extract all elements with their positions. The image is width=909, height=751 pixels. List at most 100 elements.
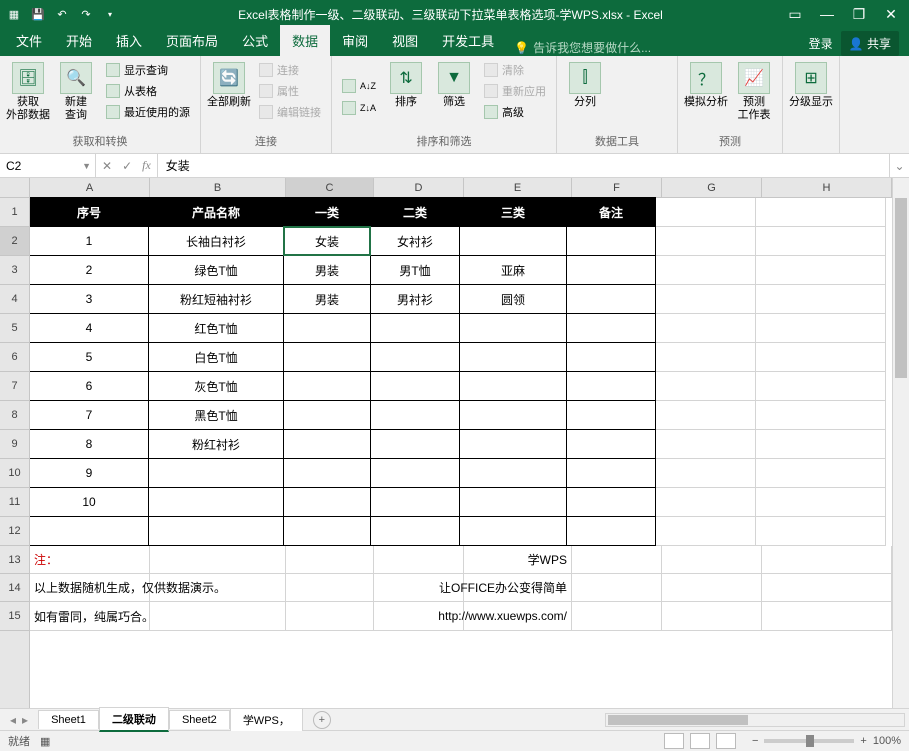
cell[interactable]: 9 <box>30 458 149 488</box>
zoom-slider[interactable] <box>764 739 854 743</box>
col-header-E[interactable]: E <box>464 178 572 197</box>
cell[interactable] <box>283 458 371 488</box>
insert-function-button[interactable]: fx <box>142 158 151 173</box>
cell[interactable] <box>756 256 886 285</box>
tab-layout[interactable]: 页面布局 <box>154 25 230 56</box>
cell[interactable] <box>656 314 756 343</box>
cell[interactable]: 男T恤 <box>370 255 460 285</box>
chevron-down-icon[interactable]: ▼ <box>82 161 91 171</box>
cell[interactable] <box>148 458 284 488</box>
cell[interactable] <box>370 400 460 430</box>
row-header[interactable]: 2 <box>0 227 29 256</box>
col-header-C[interactable]: C <box>286 178 374 197</box>
tab-data[interactable]: 数据 <box>280 25 330 56</box>
cell[interactable] <box>286 602 374 631</box>
col-header-B[interactable]: B <box>150 178 286 197</box>
cell[interactable] <box>283 400 371 430</box>
cell[interactable] <box>150 574 286 602</box>
sheet-nav-prev[interactable]: ◂ <box>10 713 16 727</box>
row-header[interactable]: 13 <box>0 546 29 574</box>
cell[interactable] <box>459 458 567 488</box>
relationships-icon[interactable] <box>631 98 649 116</box>
cell[interactable]: 粉红衬衫 <box>148 429 284 459</box>
table-header[interactable]: 产品名称 <box>148 197 284 227</box>
col-header-G[interactable]: G <box>662 178 762 197</box>
cell[interactable] <box>566 255 656 285</box>
minimize-button[interactable]: — <box>813 4 841 24</box>
advanced-filter-button[interactable]: 高级 <box>480 102 550 122</box>
undo-icon[interactable]: ↶ <box>54 6 70 22</box>
cell[interactable] <box>283 516 371 546</box>
cell[interactable] <box>283 342 371 372</box>
cell[interactable] <box>283 487 371 517</box>
cell[interactable] <box>662 574 762 602</box>
cell[interactable] <box>370 458 460 488</box>
row-header[interactable]: 15 <box>0 602 29 631</box>
col-header-H[interactable]: H <box>762 178 892 197</box>
row-header[interactable]: 12 <box>0 517 29 546</box>
sheet-tab[interactable]: 学WPS， <box>230 708 303 731</box>
row-header[interactable]: 6 <box>0 343 29 372</box>
cell[interactable] <box>459 516 567 546</box>
row-header[interactable]: 5 <box>0 314 29 343</box>
cell[interactable] <box>572 602 662 631</box>
text-to-columns-button[interactable]: ⫿分列 <box>563 60 607 133</box>
cell[interactable] <box>572 546 662 574</box>
zoom-level[interactable]: 100% <box>873 735 901 747</box>
cell[interactable] <box>459 400 567 430</box>
cell[interactable]: 亚麻 <box>459 255 567 285</box>
cell[interactable] <box>656 285 756 314</box>
cell[interactable] <box>370 487 460 517</box>
cell[interactable] <box>566 313 656 343</box>
formula-input[interactable]: 女装 <box>158 154 889 177</box>
tab-file[interactable]: 文件 <box>4 25 54 56</box>
tab-review[interactable]: 审阅 <box>330 25 380 56</box>
sheet-tab[interactable]: 二级联动 <box>99 707 169 732</box>
new-query-button[interactable]: 🔍新建 查询 <box>54 60 98 133</box>
cell[interactable]: 2 <box>30 255 149 285</box>
login-link[interactable]: 登录 <box>809 35 833 52</box>
cell[interactable] <box>459 429 567 459</box>
cell[interactable] <box>572 574 662 602</box>
connections-button[interactable]: 连接 <box>255 60 325 80</box>
cell[interactable]: 男装 <box>283 284 371 314</box>
cell[interactable] <box>286 574 374 602</box>
col-header-F[interactable]: F <box>572 178 662 197</box>
tab-formula[interactable]: 公式 <box>230 25 280 56</box>
cell[interactable] <box>370 342 460 372</box>
zoom-in-button[interactable]: + <box>860 735 866 747</box>
cell[interactable] <box>370 371 460 401</box>
horizontal-scrollbar[interactable] <box>605 713 905 727</box>
cell[interactable] <box>566 284 656 314</box>
cell[interactable] <box>656 227 756 256</box>
cell[interactable]: 绿色T恤 <box>148 255 284 285</box>
cell[interactable] <box>566 516 656 546</box>
cell[interactable]: 粉红短袖衬衫 <box>148 284 284 314</box>
enter-formula-button[interactable]: ✓ <box>122 159 132 173</box>
cell[interactable] <box>662 602 762 631</box>
whatif-button[interactable]: ？模拟分析 <box>684 60 728 133</box>
share-button[interactable]: 👤 共享 <box>841 31 899 56</box>
cell[interactable] <box>566 487 656 517</box>
zoom-knob[interactable] <box>806 735 814 747</box>
row-header[interactable]: 3 <box>0 256 29 285</box>
cell[interactable]: 7 <box>30 400 149 430</box>
sort-button[interactable]: ⇅排序 <box>384 60 428 133</box>
cell[interactable] <box>656 517 756 546</box>
cell[interactable] <box>756 401 886 430</box>
row-header[interactable]: 14 <box>0 574 29 602</box>
qat-more-icon[interactable]: ▾ <box>102 6 118 22</box>
refresh-all-button[interactable]: 🔄全部刷新 <box>207 60 251 133</box>
cell[interactable]: 黑色T恤 <box>148 400 284 430</box>
cell[interactable] <box>756 198 886 227</box>
sort-desc-button[interactable]: Z↓A <box>338 99 380 117</box>
vertical-scrollbar[interactable] <box>892 178 909 708</box>
cell[interactable] <box>656 198 756 227</box>
cell[interactable] <box>566 371 656 401</box>
row-header[interactable]: 11 <box>0 488 29 517</box>
sheet-nav-next[interactable]: ▸ <box>22 713 28 727</box>
tab-view[interactable]: 视图 <box>380 25 430 56</box>
cell[interactable] <box>762 602 892 631</box>
close-button[interactable]: ✕ <box>877 4 905 24</box>
cell[interactable] <box>756 285 886 314</box>
